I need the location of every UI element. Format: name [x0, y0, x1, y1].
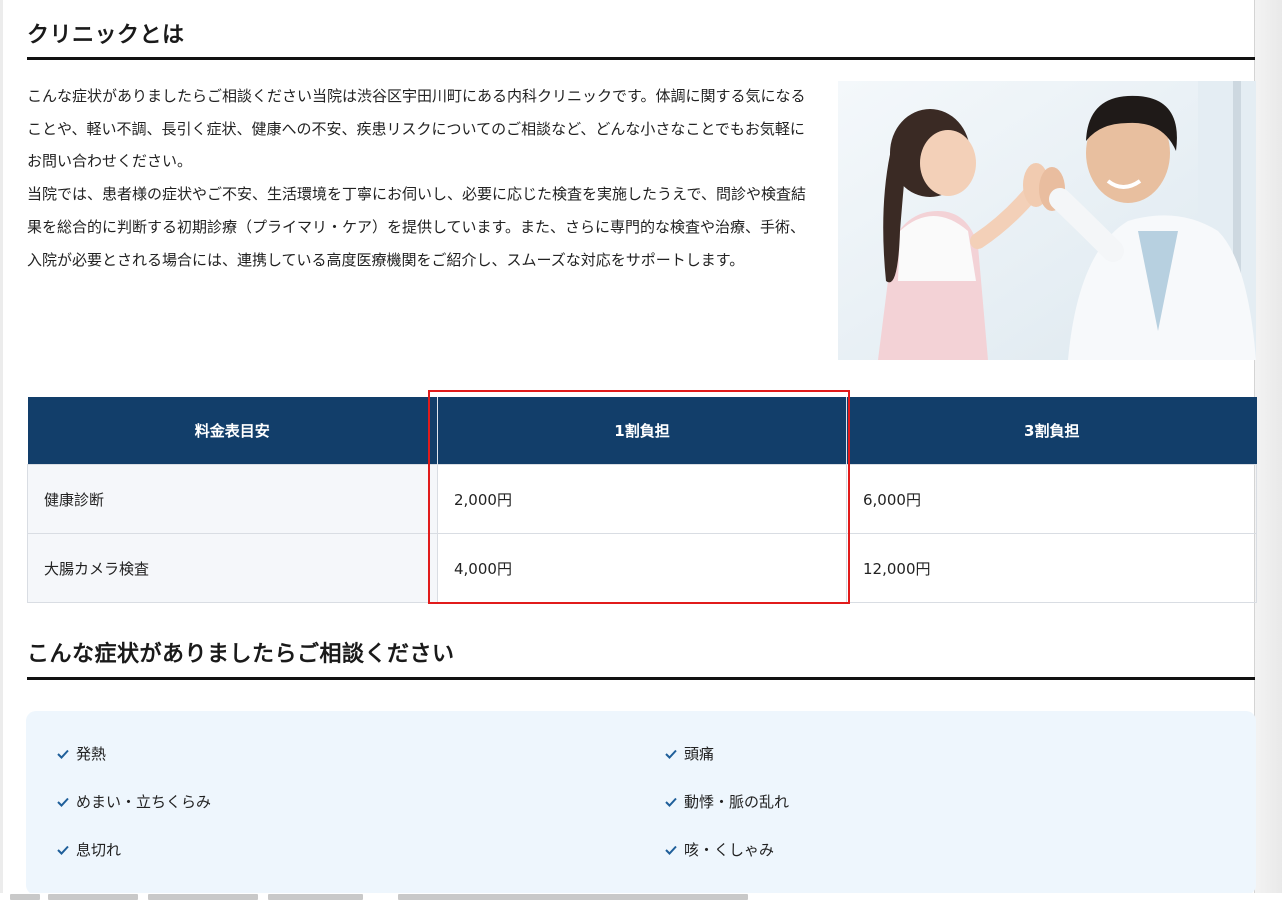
list-item: 頭痛 — [664, 743, 714, 764]
check-icon — [665, 845, 677, 855]
list-item: 咳・くしゃみ — [664, 839, 774, 860]
check-icon — [57, 797, 69, 807]
check-icon — [665, 797, 677, 807]
list-item: 動悸・脈の乱れ — [664, 791, 789, 812]
symptoms-section-title: こんな症状がありましたらご相談ください — [27, 642, 455, 667]
cell-health-checkup-30-percent: 6,000円 — [846, 464, 1257, 534]
row-label-health-checkup: 健康診断 — [27, 464, 438, 534]
symptom-label: 息切れ — [76, 841, 122, 859]
cell-colonoscopy-30-percent: 12,000円 — [846, 533, 1257, 603]
clinic-section-title: クリニックとは — [27, 23, 185, 48]
intro-paragraph-2: 当院では、患者様の症状やご不安、生活環境を丁寧にお伺いし、必要に応じた検査を実施… — [27, 185, 806, 269]
list-item: 息切れ — [56, 839, 121, 860]
window-edge-left — [0, 0, 3, 905]
table-row: 大腸カメラ検査 4,000円 12,000円 — [27, 533, 1257, 603]
intro-paragraph-1: こんな症状がありましたらご相談ください当院は渋谷区宇田川町にある内科クリニックで… — [27, 87, 806, 171]
clinic-intro-text: こんな症状がありましたらご相談ください当院は渋谷区宇田川町にある内科クリニックで… — [27, 80, 809, 276]
symptom-label: 咳・くしゃみ — [684, 841, 775, 859]
doctor-child-high-five-image — [838, 81, 1256, 360]
cell-health-checkup-10-percent: 2,000円 — [437, 464, 847, 534]
header-10-percent: 1割負担 — [437, 397, 847, 465]
symptom-label: 動悸・脈の乱れ — [684, 793, 790, 811]
table-row: 健康診断 2,000円 6,000円 — [27, 464, 1257, 534]
check-icon — [57, 845, 69, 855]
window-edge-right — [1254, 0, 1282, 905]
header-30-percent: 3割負担 — [846, 397, 1257, 465]
symptom-label: めまい・立ちくらみ — [76, 793, 212, 811]
check-icon — [57, 749, 69, 759]
row-label-colonoscopy: 大腸カメラ検査 — [27, 533, 438, 603]
header-fee-guide: 料金表目安 — [27, 397, 438, 465]
title-divider — [27, 57, 1255, 60]
fee-table: 料金表目安 1割負担 3割負担 健康診断 2,000円 6,000円 大腸カメラ… — [27, 397, 1257, 603]
list-item: 発熱 — [56, 743, 106, 764]
cell-colonoscopy-10-percent: 4,000円 — [437, 533, 847, 603]
title-divider — [27, 677, 1255, 680]
check-icon — [665, 749, 677, 759]
symptom-label: 発熱 — [76, 745, 107, 763]
clinic-photo — [838, 81, 1256, 360]
fee-table-header-row: 料金表目安 1割負担 3割負担 — [27, 397, 1257, 465]
list-item: めまい・立ちくらみ — [56, 791, 211, 812]
cropped-background-content — [0, 893, 1282, 905]
symptom-label: 頭痛 — [684, 745, 715, 763]
